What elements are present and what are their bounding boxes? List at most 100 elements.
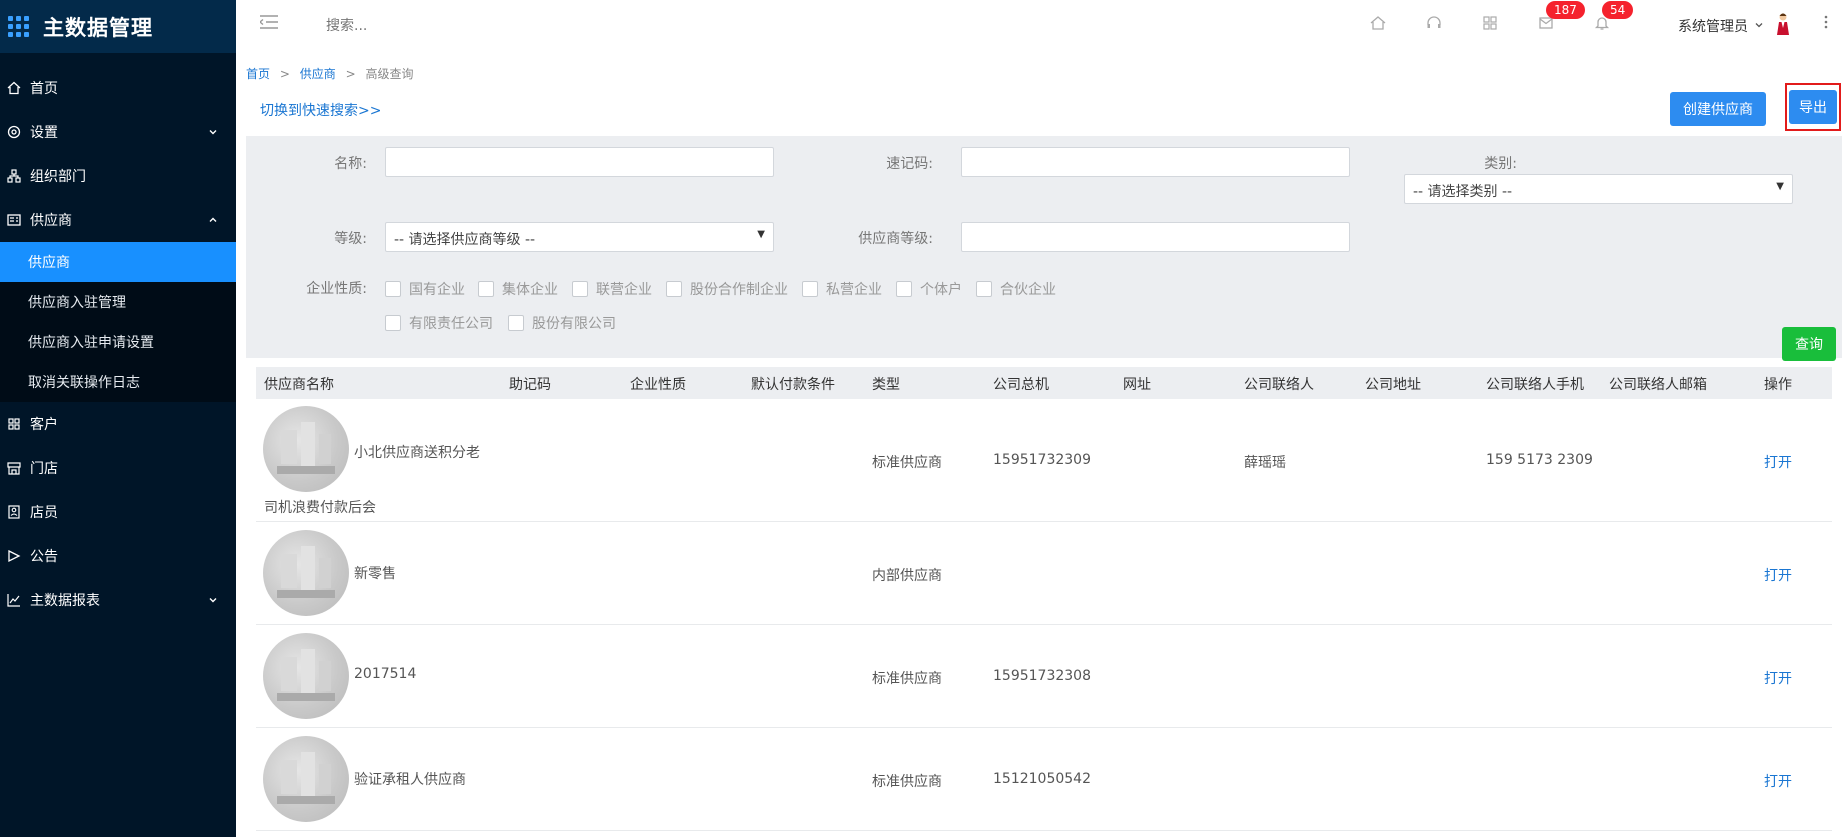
sidebar-item-customer[interactable]: 客户 (0, 402, 236, 446)
column-header[interactable]: 助记码 (509, 374, 551, 394)
home-icon[interactable] (1368, 13, 1388, 33)
table-row: 2017514 标准供应商 15951732308 打开 (256, 625, 1832, 728)
code-input[interactable] (961, 147, 1350, 177)
supplier-name-line1: 新零售 (354, 566, 396, 582)
report-chart-icon (6, 592, 22, 608)
open-link[interactable]: 打开 (1764, 668, 1792, 688)
checkbox-label: 联营企业 (596, 282, 652, 298)
checkbox-box (572, 281, 588, 297)
sidebar-item-reports[interactable]: 主数据报表 (0, 578, 236, 622)
bell-icon[interactable]: 54 (1592, 1, 1634, 33)
nature-checkbox-state-owned[interactable]: 国有企业 (385, 279, 465, 299)
nature-checkbox-joint[interactable]: 联营企业 (572, 279, 652, 299)
checkbox-label: 有限责任公司 (409, 316, 493, 332)
nature-checkbox-individual[interactable]: 个体户 (896, 279, 962, 299)
supplier-name-line2: 司机浪费付款后会 (264, 500, 376, 516)
sidebar-item-label: 组织部门 (30, 169, 86, 185)
gear-icon (6, 124, 22, 140)
checkbox-label: 集体企业 (502, 282, 558, 298)
submenu-item-onboarding-settings[interactable]: 供应商入驻申请设置 (0, 322, 236, 362)
open-link[interactable]: 打开 (1764, 565, 1792, 585)
column-header[interactable]: 供应商名称 (264, 374, 334, 394)
column-header[interactable]: 企业性质 (630, 374, 686, 394)
more-vertical-icon[interactable] (1824, 14, 1828, 34)
checkbox-label: 股份有限公司 (532, 316, 616, 332)
menu-toggle-icon[interactable] (259, 14, 280, 34)
sidebar-item-settings[interactable]: 设置 (0, 110, 236, 154)
message-icon[interactable]: 187 (1536, 1, 1585, 33)
breadcrumb-supplier[interactable]: 供应商 (300, 67, 336, 81)
open-link[interactable]: 打开 (1764, 452, 1792, 472)
sidebar-item-label: 供应商 (30, 213, 72, 229)
company-phone: 15121050542 (993, 771, 1091, 787)
nature-checkbox-shareholding-coop[interactable]: 股份合作制企业 (666, 279, 788, 299)
column-header[interactable]: 类型 (872, 374, 900, 394)
sidebar-item-store[interactable]: 门店 (0, 446, 236, 490)
supplier-type: 内部供应商 (872, 568, 942, 584)
search-input[interactable] (326, 10, 646, 42)
apps-grid-icon[interactable] (8, 16, 29, 37)
column-header[interactable]: 公司联络人 (1244, 374, 1314, 394)
user-name: 系统管理员 (1678, 19, 1748, 35)
supplier-type: 标准供应商 (872, 671, 942, 687)
submenu-item-unlink-log[interactable]: 取消关联操作日志 (0, 362, 236, 402)
nature-checkbox-collective[interactable]: 集体企业 (478, 279, 558, 299)
announcement-icon (6, 548, 22, 564)
supplier-grade-label: 供应商等级: (858, 231, 933, 247)
column-header[interactable]: 操作 (1764, 374, 1792, 394)
chevron-down-icon (1754, 18, 1764, 34)
supplier-grade-input[interactable] (961, 222, 1350, 252)
grade-select[interactable]: -- 请选择供应商等级 -- ▼ (385, 222, 774, 252)
headset-icon[interactable] (1424, 13, 1444, 33)
supplier-type: 标准供应商 (872, 455, 942, 471)
sidebar-item-label: 首页 (30, 81, 58, 97)
column-header[interactable]: 网址 (1123, 374, 1151, 394)
company-phone: 15951732308 (993, 668, 1091, 684)
column-header[interactable]: 公司地址 (1365, 374, 1421, 394)
sidebar-item-org[interactable]: 组织部门 (0, 154, 236, 198)
app-title: 主数据管理 (43, 15, 153, 40)
breadcrumb-home[interactable]: 首页 (246, 67, 270, 81)
code-label: 速记码: (886, 156, 933, 172)
export-button[interactable]: 导出 (1789, 90, 1837, 124)
user-menu[interactable]: 系统管理员 (1678, 12, 1792, 40)
create-supplier-button[interactable]: 创建供应商 (1670, 92, 1766, 126)
nature-checkbox-partnership[interactable]: 合伙企业 (976, 279, 1056, 299)
chevron-down-icon (208, 125, 218, 141)
switch-to-quick-search-link[interactable]: 切换到快速搜索>> (260, 100, 381, 120)
column-header[interactable]: 公司总机 (993, 374, 1049, 394)
column-header[interactable]: 公司联络人邮箱 (1609, 374, 1707, 394)
checkbox-box (802, 281, 818, 297)
checkbox-label: 股份合作制企业 (690, 282, 788, 298)
dropdown-arrow-icon: ▼ (1776, 181, 1784, 192)
sidebar-item-label: 店员 (30, 505, 58, 521)
nature-checkbox-joint-stock[interactable]: 股份有限公司 (508, 313, 616, 333)
category-select[interactable]: -- 请选择类别 -- ▼ (1404, 174, 1793, 204)
category-label: 类别: (1484, 156, 1517, 172)
checkbox-label: 国有企业 (409, 282, 465, 298)
grade-label: 等级: (334, 231, 367, 247)
query-button[interactable]: 查询 (1782, 327, 1836, 361)
submenu-item-supplier-onboarding[interactable]: 供应商入驻管理 (0, 282, 236, 322)
nature-checkbox-private[interactable]: 私营企业 (802, 279, 882, 299)
column-header[interactable]: 公司联络人手机 (1486, 374, 1584, 394)
user-avatar-icon (1774, 12, 1792, 40)
sidebar-item-home[interactable]: 首页 (0, 66, 236, 110)
main-content: 首页 > 供应商 > 高级查询 切换到快速搜索>> 创建供应商 导出 名称: 速… (236, 53, 1842, 837)
sidebar: 主数据管理 首页 设置 组织部门 供应商 供应商 供应商入驻管理 供应商入驻申请… (0, 0, 236, 837)
apps-icon[interactable] (1480, 13, 1500, 33)
supplier-table: 供应商名称 助记码 企业性质 默认付款条件 类型 公司总机 网址 公司联络人 公… (256, 367, 1832, 831)
table-header: 供应商名称 助记码 企业性质 默认付款条件 类型 公司总机 网址 公司联络人 公… (256, 367, 1832, 399)
checkbox-box (508, 315, 524, 331)
name-input[interactable] (385, 147, 774, 177)
export-highlight-box: 导出 (1785, 83, 1841, 131)
sidebar-item-staff[interactable]: 店员 (0, 490, 236, 534)
open-link[interactable]: 打开 (1764, 771, 1792, 791)
submenu-item-supplier[interactable]: 供应商 (0, 242, 236, 282)
checkbox-box (478, 281, 494, 297)
sidebar-item-announcement[interactable]: 公告 (0, 534, 236, 578)
sidebar-item-supplier[interactable]: 供应商 (0, 198, 236, 242)
column-header[interactable]: 默认付款条件 (751, 374, 835, 394)
nature-checkbox-llc[interactable]: 有限责任公司 (385, 313, 493, 333)
sidebar-menu: 首页 设置 组织部门 供应商 供应商 供应商入驻管理 供应商入驻申请设置 取消关… (0, 66, 236, 622)
